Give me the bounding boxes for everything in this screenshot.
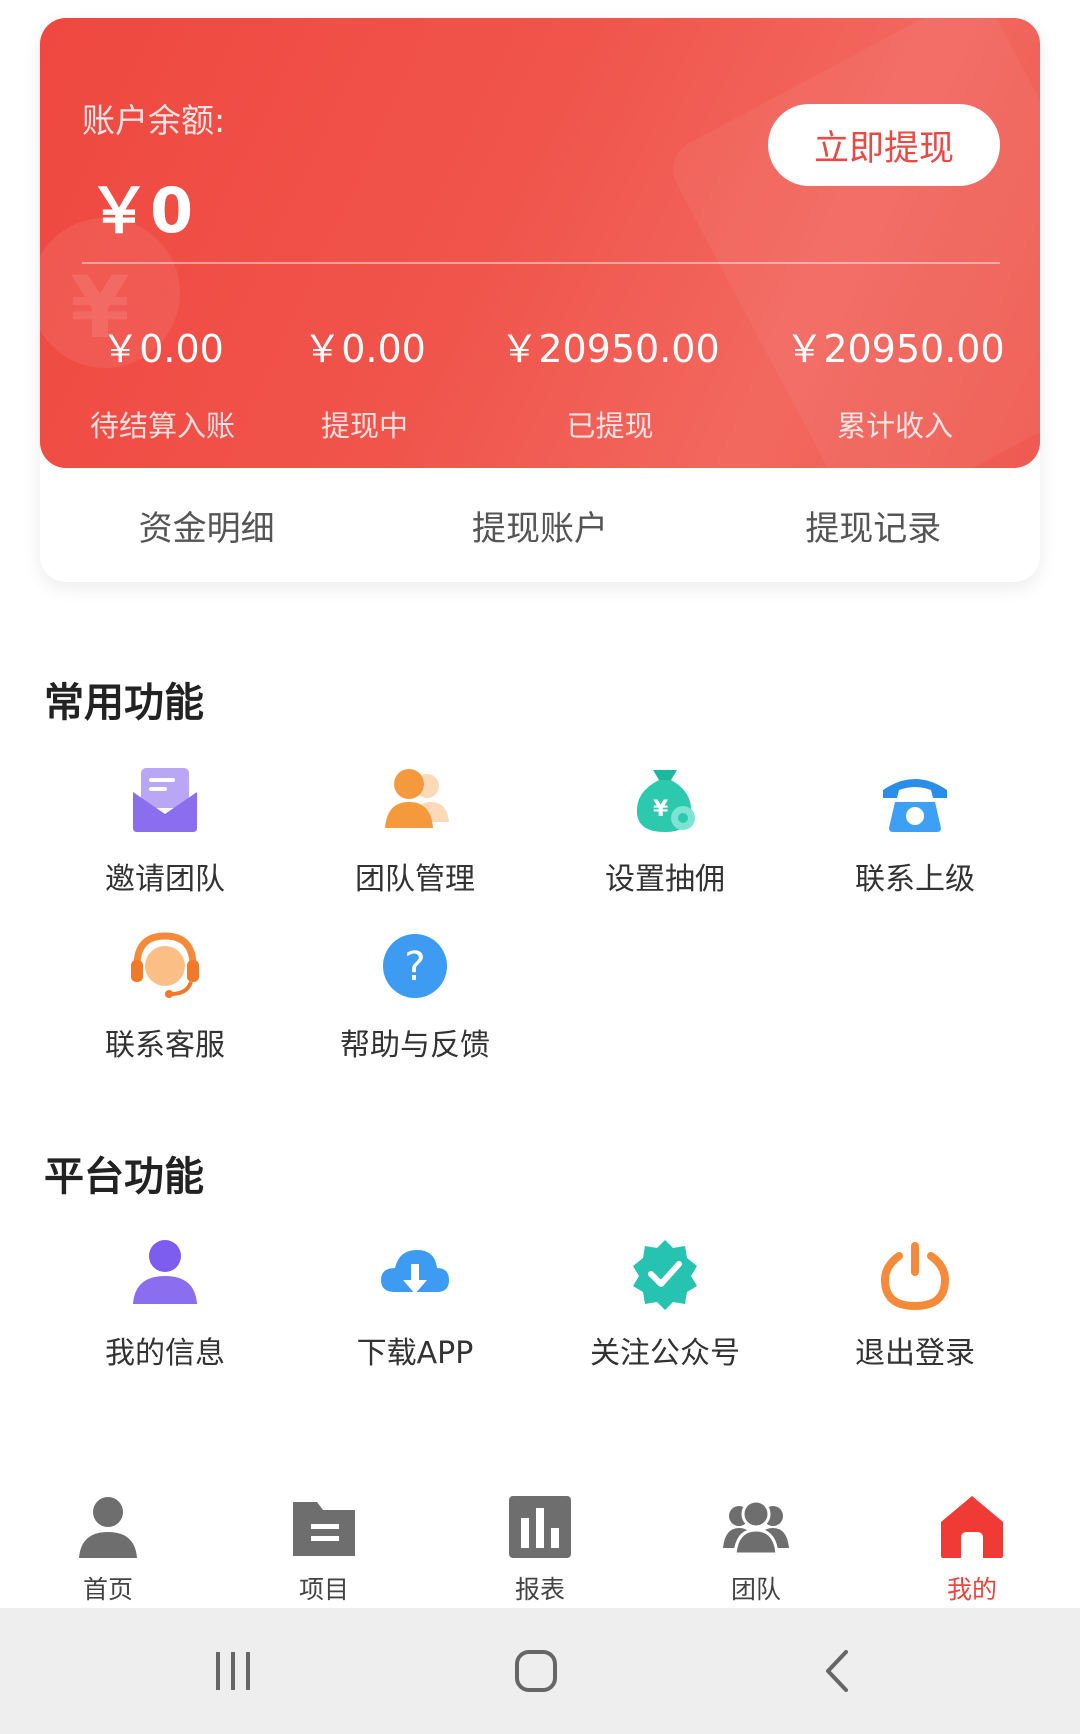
tab-withdraw-account[interactable]: 提现账户 — [373, 468, 706, 582]
home-icon — [941, 1496, 1003, 1558]
telephone-icon — [883, 779, 947, 832]
grid-item-label: 联系客服 — [105, 1028, 225, 1063]
nav-item-label: 团队 — [730, 1575, 781, 1604]
stat-total-income: ￥20950.00 累计收入 — [780, 318, 1010, 445]
tab-withdraw-records[interactable]: 提现记录 — [707, 468, 1040, 582]
grid-item-label: 我的信息 — [105, 1336, 225, 1371]
nav-item-reports[interactable]: 报表 — [432, 1480, 648, 1608]
grid-item-label: 邀请团队 — [105, 862, 225, 897]
svg-text:¥: ¥ — [653, 797, 669, 822]
bottom-nav: 首页 项目 报表 团队 我的 — [0, 1480, 1080, 1608]
help-question-icon: ? — [383, 934, 447, 998]
grid-item-label: 退出登录 — [855, 1336, 975, 1371]
person-icon — [79, 1497, 137, 1558]
grid-item-help-feedback[interactable]: ? 帮助与反馈 — [290, 928, 540, 1064]
stat-amount: ￥0.00 — [303, 327, 426, 371]
grid-item-follow-official-account[interactable]: 关注公众号 — [540, 1236, 790, 1372]
nav-item-label: 项目 — [298, 1575, 349, 1604]
user-icon — [133, 1240, 197, 1304]
stat-label: 提现中 — [320, 409, 408, 443]
home-button-icon[interactable] — [511, 1646, 561, 1696]
grid-item-label: 设置抽佣 — [605, 862, 725, 897]
group-icon — [723, 1499, 789, 1556]
balance-label: 账户余额: — [82, 101, 226, 140]
grid-item-my-info[interactable]: 我的信息 — [40, 1236, 290, 1372]
grid-item-download-app[interactable]: 下载APP — [290, 1236, 540, 1372]
grid-item-contact-superior[interactable]: 联系上级 — [790, 762, 1040, 898]
nav-item-home[interactable]: 首页 — [0, 1480, 216, 1608]
stat-label: 已提现 — [566, 409, 654, 443]
system-navigation-bar — [0, 1608, 1080, 1734]
grid-item-set-commission[interactable]: ¥ 设置抽佣 — [540, 762, 790, 898]
section-title-platform: 平台功能 — [44, 1154, 204, 1200]
stat-label: 待结算入账 — [89, 409, 235, 443]
grid-item-invite-team[interactable]: 邀请团队 — [40, 762, 290, 898]
back-icon[interactable] — [814, 1646, 864, 1696]
balance-value: ￥0 — [88, 174, 194, 247]
grid-item-label: 联系上级 — [855, 862, 975, 897]
grid-item-label: 关注公众号 — [590, 1336, 740, 1371]
section-title-common: 常用功能 — [44, 680, 204, 726]
grid-item-contact-support[interactable]: 联系客服 — [40, 928, 290, 1064]
grid-item-label: 下载APP — [356, 1336, 474, 1371]
stat-withdrawing: ￥0.00 提现中 — [272, 318, 457, 445]
recent-apps-icon[interactable] — [208, 1646, 258, 1696]
folder-icon — [293, 1502, 355, 1556]
stat-amount: ￥20950.00 — [500, 327, 720, 371]
withdraw-now-button[interactable]: 立即提现 — [768, 104, 1000, 186]
verified-badge-icon — [633, 1240, 697, 1310]
divider — [82, 262, 1000, 264]
nav-item-team[interactable]: 团队 — [648, 1480, 864, 1608]
nav-item-projects[interactable]: 项目 — [216, 1480, 432, 1608]
headset-icon — [131, 932, 199, 998]
money-bag-gear-icon: ¥ — [636, 770, 695, 832]
grid-item-label: 帮助与反馈 — [340, 1028, 490, 1063]
stat-pending-settlement: ￥0.00 待结算入账 — [70, 318, 255, 445]
bar-chart-icon — [509, 1496, 571, 1558]
nav-item-mine[interactable]: 我的 — [864, 1480, 1080, 1608]
grid-item-label: 团队管理 — [355, 862, 475, 897]
power-icon — [880, 1242, 950, 1311]
nav-item-label: 报表 — [514, 1575, 565, 1604]
nav-item-label: 我的 — [946, 1575, 997, 1604]
account-card: ¥ 账户余额: ￥0 立即提现 ￥0.00 待结算入账 ￥0.00 提现中 ￥2… — [40, 18, 1040, 582]
cloud-download-icon — [381, 1250, 449, 1294]
account-balance-panel: ¥ 账户余额: ￥0 立即提现 ￥0.00 待结算入账 ￥0.00 提现中 ￥2… — [40, 18, 1040, 468]
grid-item-logout[interactable]: 退出登录 — [790, 1236, 1040, 1372]
account-tabs: 资金明细 提现账户 提现记录 — [40, 468, 1040, 582]
nav-item-label: 首页 — [82, 1575, 133, 1604]
stat-withdrawn: ￥20950.00 已提现 — [495, 318, 725, 445]
svg-text:?: ? — [404, 944, 425, 990]
stat-amount: ￥0.00 — [101, 327, 224, 371]
stat-label: 累计收入 — [836, 409, 953, 443]
stat-amount: ￥20950.00 — [785, 327, 1005, 371]
envelope-icon — [133, 768, 197, 832]
team-manage-icon — [385, 769, 449, 828]
grid-item-team-management[interactable]: 团队管理 — [290, 762, 540, 898]
tab-fund-details[interactable]: 资金明细 — [40, 468, 373, 582]
